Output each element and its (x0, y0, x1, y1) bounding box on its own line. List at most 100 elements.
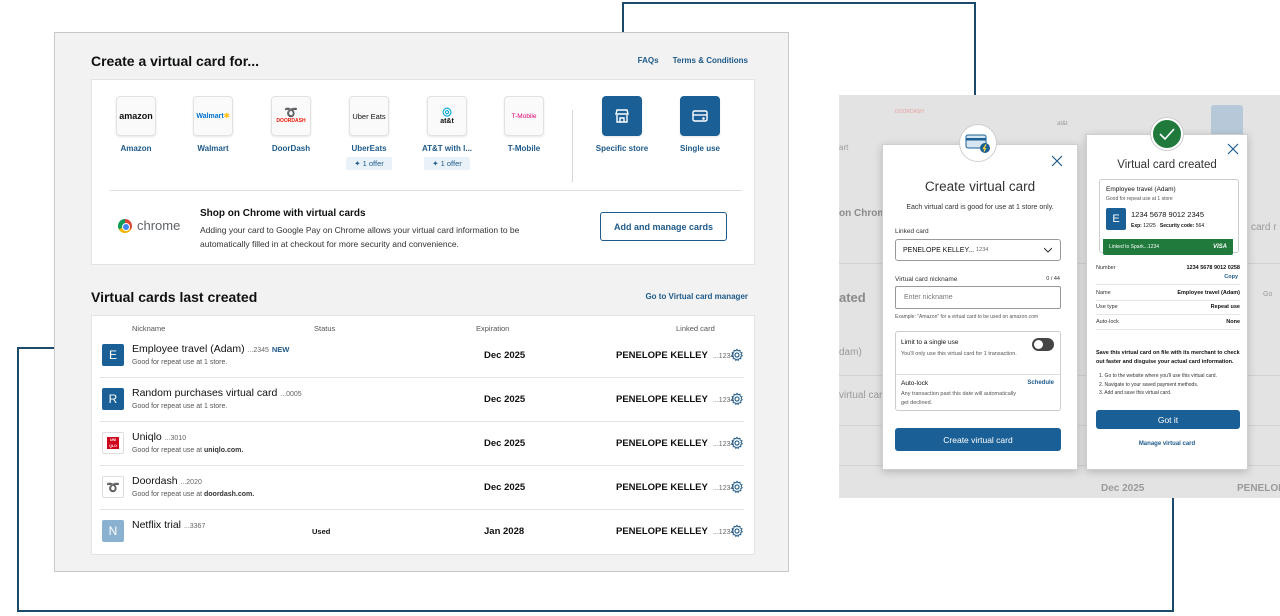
linked-card: PENELOPE KELLEY ...1234 (616, 526, 735, 537)
limit-description: You'll only use this virtual card for 1 … (901, 351, 1017, 357)
card-sub: Good for repeat use at 1 store (1106, 196, 1173, 202)
store-att[interactable]: ◎ at&t AT&T with l... ✦ 1 offer (412, 96, 482, 170)
bg-text: card r (1251, 222, 1277, 233)
gear-icon[interactable] (730, 348, 744, 362)
doordash-logo-ghost: DOORDASH (895, 109, 924, 115)
gear-icon[interactable] (730, 436, 744, 450)
store-label: Single use (679, 144, 720, 153)
card-usage: Good for repeat use at 1 store. (132, 403, 228, 410)
uniqlo-logo-icon: UNI QLO (102, 432, 124, 454)
att-logo-ghost: at&t (1057, 121, 1068, 127)
card-expiration: Dec 2025 (484, 350, 526, 361)
store-label: DoorDash (271, 144, 311, 153)
connector-line (17, 610, 1174, 612)
divider (1096, 329, 1240, 330)
avatar: E (102, 344, 124, 366)
tmobile-logo-icon: T-Mobile (504, 96, 544, 136)
shop-title: Shop on Chrome with virtual cards (200, 208, 366, 219)
avatar: N (102, 520, 124, 542)
store-label: AT&T with l... (421, 144, 473, 153)
add-manage-cards-button[interactable]: Add and manage cards (600, 212, 727, 241)
shop-description: Adding your card to Google Pay on Chrome… (200, 225, 520, 249)
table-row[interactable]: ➰ Doordash ...2020 Good for repeat use at… (100, 466, 744, 510)
store-icon (602, 96, 642, 136)
got-it-button[interactable]: Got it (1096, 410, 1240, 429)
store-label: T-Mobile (507, 144, 541, 153)
chrome-logo: chrome (118, 218, 180, 233)
gear-icon[interactable] (730, 480, 744, 494)
single-use-toggle[interactable] (1032, 338, 1054, 351)
store-specific[interactable]: Specific store (587, 96, 657, 153)
limit-title: Limit to a single use (901, 339, 959, 346)
store-label: Walmart (197, 144, 229, 153)
amazon-logo-icon: amazon (116, 96, 156, 136)
divider (896, 374, 1060, 375)
create-virtual-card-button[interactable]: Create virtual card (895, 428, 1061, 451)
options-box: Limit to a single use You'll only use th… (895, 331, 1061, 411)
card-expiration: Jan 2028 (484, 526, 525, 537)
table-row[interactable]: N Netflix trial ...3367 Used Jan 2028 PENEL… (100, 510, 744, 554)
nickname-counter: 0 / 44 (1046, 276, 1060, 282)
card-nickname: Doordash ...2020 (132, 475, 202, 487)
divider (1096, 284, 1240, 285)
store-tmobile[interactable]: T-Mobile T-Mobile (489, 96, 559, 153)
divider (110, 190, 742, 191)
avatar: R (102, 388, 124, 410)
card-name: Employee travel (Adam) (1106, 186, 1176, 193)
virtual-card-badge-icon (959, 124, 997, 162)
schedule-link[interactable]: Schedule (1027, 380, 1054, 386)
store-walmart[interactable]: Walmart ✱ Walmart (178, 96, 248, 153)
step-item: 3. Add and save this virtual card. (1099, 390, 1172, 396)
store-single-use[interactable]: Single use (665, 96, 735, 153)
linked-card-select[interactable]: PENELOPE KELLEY... 1234 (895, 239, 1061, 261)
offer-badge: ✦ 1 offer (424, 157, 470, 170)
store-amazon[interactable]: amazon Amazon (101, 96, 171, 153)
linked-card: PENELOPE KELLEY ...1234 (616, 438, 735, 449)
connector-line (17, 347, 19, 612)
card-usage: Good for repeat use at uniqlo.com. (132, 447, 244, 454)
autolock-title: Auto-lock (901, 380, 929, 387)
card-icon (680, 96, 720, 136)
visa-logo: VISA (1212, 244, 1227, 250)
terms-link[interactable]: Terms & Conditions (673, 56, 748, 65)
att-logo-icon: ◎ at&t (427, 96, 467, 136)
nickname-hint: Example: "Amazon" for a virtual card to … (895, 314, 1039, 320)
close-icon[interactable] (1227, 143, 1239, 155)
col-linked-card: Linked card (676, 324, 715, 333)
bg-text: PENELOP (1237, 483, 1280, 494)
page-title: Create a virtual card for... (91, 53, 260, 69)
card-expiration: Dec 2025 (484, 394, 526, 405)
store-doordash[interactable]: ➰ DOORDASH DoorDash (256, 96, 326, 153)
manage-virtual-card-link[interactable]: Manage virtual card (1087, 441, 1247, 447)
nickname-label: Virtual card nickname (895, 276, 958, 283)
nickname-input[interactable]: Enter nickname (895, 286, 1061, 309)
store-ubereats[interactable]: Uber Eats UberEats ✦ 1 offer (334, 96, 404, 170)
new-badge: NEW (271, 345, 290, 354)
step-item: 1. Go to the website where you'll use th… (1099, 373, 1217, 379)
virtual-card-panel: Create a virtual card for... FAQs Terms … (54, 32, 789, 572)
table-row[interactable]: R Random purchases virtual card ...0005 G… (100, 378, 744, 422)
avatar: E (1106, 208, 1126, 230)
card-usage: Good for repeat use at doordash.com. (132, 491, 255, 498)
faqs-link[interactable]: FAQs (638, 56, 659, 65)
save-instructions: Save this virtual card on file with its … (1096, 350, 1240, 365)
linked-card: PENELOPE KELLEY ...1234 (616, 394, 735, 405)
store-label: Amazon (120, 144, 152, 153)
autolock-description: Any transaction past this date will auto… (901, 391, 1016, 406)
table-row[interactable]: UNI QLO Uniqlo ...3010 Good for repeat use… (100, 422, 744, 466)
gear-icon[interactable] (730, 392, 744, 406)
card-nickname: Random purchases virtual card ...0005 (132, 387, 302, 399)
col-expiration: Expiration (476, 324, 510, 333)
close-icon[interactable] (1051, 155, 1063, 167)
modal-title: Create virtual card (924, 179, 1036, 194)
connector-line (622, 2, 976, 4)
bg-text: dam) (839, 347, 862, 358)
card-nickname: Employee travel (Adam) ...2345 NEW (132, 343, 290, 355)
card-number: 1234 5678 9012 2345 (1131, 210, 1204, 219)
virtual-card-manager-link[interactable]: Go to Virtual card manager (645, 292, 748, 301)
gear-icon[interactable] (730, 524, 744, 538)
bg-text: ated (839, 290, 866, 305)
bg-text: Go (1263, 291, 1273, 298)
table-row[interactable]: E Employee travel (Adam) ...2345 NEW Good … (100, 334, 744, 378)
copy-link[interactable]: Copy (1224, 274, 1238, 280)
